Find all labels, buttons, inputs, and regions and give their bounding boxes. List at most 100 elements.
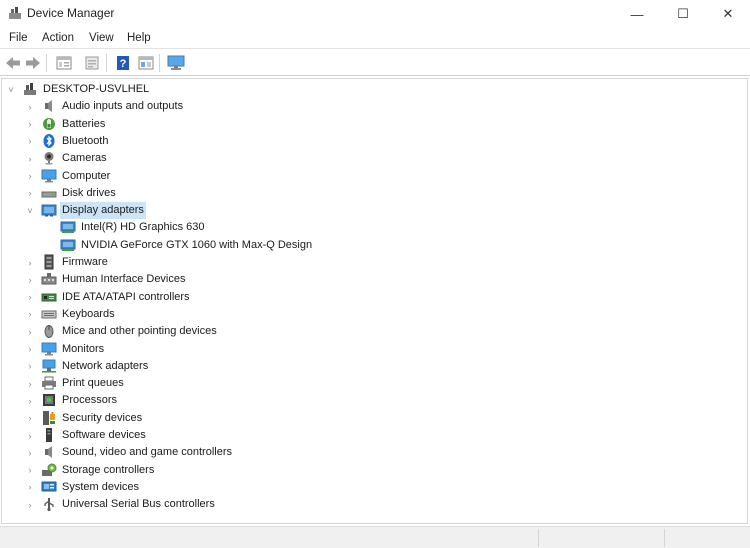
tree-item-label[interactable]: Software devices — [60, 427, 148, 444]
tree-item-label[interactable]: Universal Serial Bus controllers — [60, 496, 217, 513]
tree-item-label[interactable]: IDE ATA/ATAPI controllers — [60, 289, 192, 306]
chevron-right-icon[interactable]: › — [25, 271, 35, 288]
tree-item-storage-controllers[interactable]: › Storage controllers — [2, 462, 747, 479]
tree-item-label[interactable]: Monitors — [60, 341, 106, 358]
tree-item-label[interactable]: Intel(R) HD Graphics 630 — [79, 219, 207, 236]
tree-item-label[interactable]: Human Interface Devices — [60, 271, 188, 288]
tree-item-label[interactable]: Audio inputs and outputs — [60, 98, 185, 115]
tree-item-bluetooth[interactable]: › Bluetooth — [2, 133, 747, 150]
chevron-right-icon[interactable]: › — [25, 392, 35, 409]
back-arrow-icon[interactable] — [3, 53, 23, 73]
tree-root[interactable]: ˅ DESKTOP-USVLHEL — [2, 81, 747, 98]
chevron-right-icon[interactable]: › — [25, 427, 35, 444]
svg-text:?: ? — [120, 58, 127, 70]
chevron-right-icon[interactable]: › — [25, 98, 35, 115]
tree-item-processors[interactable]: › Processors — [2, 392, 747, 409]
menu-file[interactable]: File — [9, 32, 28, 44]
tree-item-security-devices[interactable]: › Security devices — [2, 410, 747, 427]
chevron-down-icon[interactable]: ˅ — [25, 202, 35, 219]
tree-item-label[interactable]: Batteries — [60, 116, 107, 133]
tree-item-audio-inputs-and-outputs[interactable]: › Audio inputs and outputs — [2, 98, 747, 115]
view-details-icon[interactable] — [136, 53, 156, 73]
tree-item-network-adapters[interactable]: › Network adapters — [2, 358, 747, 375]
tree-item-keyboards[interactable]: › Keyboards — [2, 306, 747, 323]
chevron-right-icon[interactable]: › — [25, 306, 35, 323]
chevron-right-icon[interactable]: › — [25, 462, 35, 479]
tree-device-nvidia-geforce-gtx-1060-with-max-q-design[interactable]: NVIDIA GeForce GTX 1060 with Max-Q Desig… — [2, 237, 747, 254]
chevron-right-icon[interactable]: › — [25, 168, 35, 185]
tree-item-disk-drives[interactable]: › Disk drives — [2, 185, 747, 202]
tree-item-monitors[interactable]: › Monitors — [2, 341, 747, 358]
tree-item-firmware[interactable]: › Firmware — [2, 254, 747, 271]
tree-item-universal-serial-bus-controllers[interactable]: › Universal Serial Bus controllers — [2, 496, 747, 513]
device-tree[interactable]: ˅ DESKTOP-USVLHEL › Audio inputs and output… — [1, 78, 748, 524]
tree-item-label[interactable]: Bluetooth — [60, 133, 110, 150]
chevron-right-icon[interactable]: › — [25, 375, 35, 392]
help-icon[interactable]: ? — [113, 53, 133, 73]
gpu-icon — [60, 219, 76, 235]
properties-view-icon[interactable] — [54, 53, 74, 73]
menu-action[interactable]: Action — [42, 32, 74, 44]
tree-device-intel-r-hd-graphics-630[interactable]: Intel(R) HD Graphics 630 — [2, 219, 747, 236]
tree-item-label[interactable]: Processors — [60, 392, 119, 409]
tree-item-label[interactable]: Storage controllers — [60, 462, 156, 479]
tree-item-label[interactable]: Cameras — [60, 150, 109, 167]
chevron-right-icon[interactable]: › — [25, 410, 35, 427]
tree-item-label[interactable]: Mice and other pointing devices — [60, 323, 219, 340]
tree-item-cameras[interactable]: › Cameras — [2, 150, 747, 167]
tree-item-computer[interactable]: › Computer — [2, 168, 747, 185]
tree-item-label[interactable]: Display adapters — [60, 202, 146, 220]
keyboard-icon — [41, 306, 57, 322]
chevron-down-icon[interactable]: ˅ — [6, 81, 16, 98]
minimize-button[interactable]: — — [614, 0, 660, 28]
disk-drive-icon — [41, 185, 57, 201]
tree-item-label[interactable]: DESKTOP-USVLHEL — [41, 81, 151, 98]
tree-item-label[interactable]: NVIDIA GeForce GTX 1060 with Max-Q Desig… — [79, 237, 314, 254]
camera-icon — [41, 150, 57, 166]
tree-item-label[interactable]: Firmware — [60, 254, 110, 271]
chevron-right-icon[interactable]: › — [25, 185, 35, 202]
properties-sheet-icon[interactable] — [82, 53, 102, 73]
chevron-right-icon[interactable]: › — [25, 479, 35, 496]
tree-item-system-devices[interactable]: › System devices — [2, 479, 747, 496]
tree-item-mice-and-other-pointing-devices[interactable]: › Mice and other pointing devices — [2, 323, 747, 340]
tree-item-label[interactable]: Network adapters — [60, 358, 150, 375]
monitor-scan-icon[interactable] — [166, 53, 186, 73]
title-bar: Device Manager — ☐ ✕ — [0, 0, 750, 28]
chevron-right-icon[interactable]: › — [25, 116, 35, 133]
maximize-button[interactable]: ☐ — [660, 0, 706, 28]
menu-help[interactable]: Help — [127, 32, 151, 44]
tree-item-software-devices[interactable]: › Software devices — [2, 427, 747, 444]
speaker-icon — [41, 98, 57, 114]
menu-view[interactable]: View — [89, 32, 114, 44]
tree-item-ide-ata-atapi-controllers[interactable]: › IDE ATA/ATAPI controllers — [2, 289, 747, 306]
tree-item-label[interactable]: Computer — [60, 168, 112, 185]
tree-item-label[interactable]: System devices — [60, 479, 141, 496]
chevron-right-icon[interactable]: › — [25, 289, 35, 306]
forward-arrow-icon[interactable] — [23, 53, 43, 73]
tree-item-display-adapters[interactable]: ˅ Display adapters — [2, 202, 747, 220]
tree-item-label[interactable]: Disk drives — [60, 185, 118, 202]
chevron-right-icon[interactable]: › — [25, 323, 35, 340]
chevron-right-icon[interactable]: › — [25, 341, 35, 358]
chevron-right-icon[interactable]: › — [25, 150, 35, 167]
chevron-right-icon[interactable]: › — [25, 358, 35, 375]
tree-item-human-interface-devices[interactable]: › Human Interface Devices — [2, 271, 747, 288]
chevron-right-icon[interactable]: › — [25, 133, 35, 150]
mouse-icon — [41, 323, 57, 339]
network-adapter-icon — [41, 358, 57, 374]
chevron-right-icon[interactable]: › — [25, 254, 35, 271]
tree-item-print-queues[interactable]: › Print queues — [2, 375, 747, 392]
system-device-icon — [41, 479, 57, 495]
tree-item-label[interactable]: Security devices — [60, 410, 144, 427]
hid-icon — [41, 271, 57, 287]
monitor-icon — [41, 341, 57, 357]
tree-item-label[interactable]: Sound, video and game controllers — [60, 444, 234, 461]
chevron-right-icon[interactable]: › — [25, 496, 35, 513]
tree-item-label[interactable]: Print queues — [60, 375, 126, 392]
chevron-right-icon[interactable]: › — [25, 444, 35, 461]
close-button[interactable]: ✕ — [705, 0, 750, 28]
tree-item-label[interactable]: Keyboards — [60, 306, 117, 323]
tree-item-sound-video-and-game-controllers[interactable]: › Sound, video and game controllers — [2, 444, 747, 461]
tree-item-batteries[interactable]: › Batteries — [2, 116, 747, 133]
